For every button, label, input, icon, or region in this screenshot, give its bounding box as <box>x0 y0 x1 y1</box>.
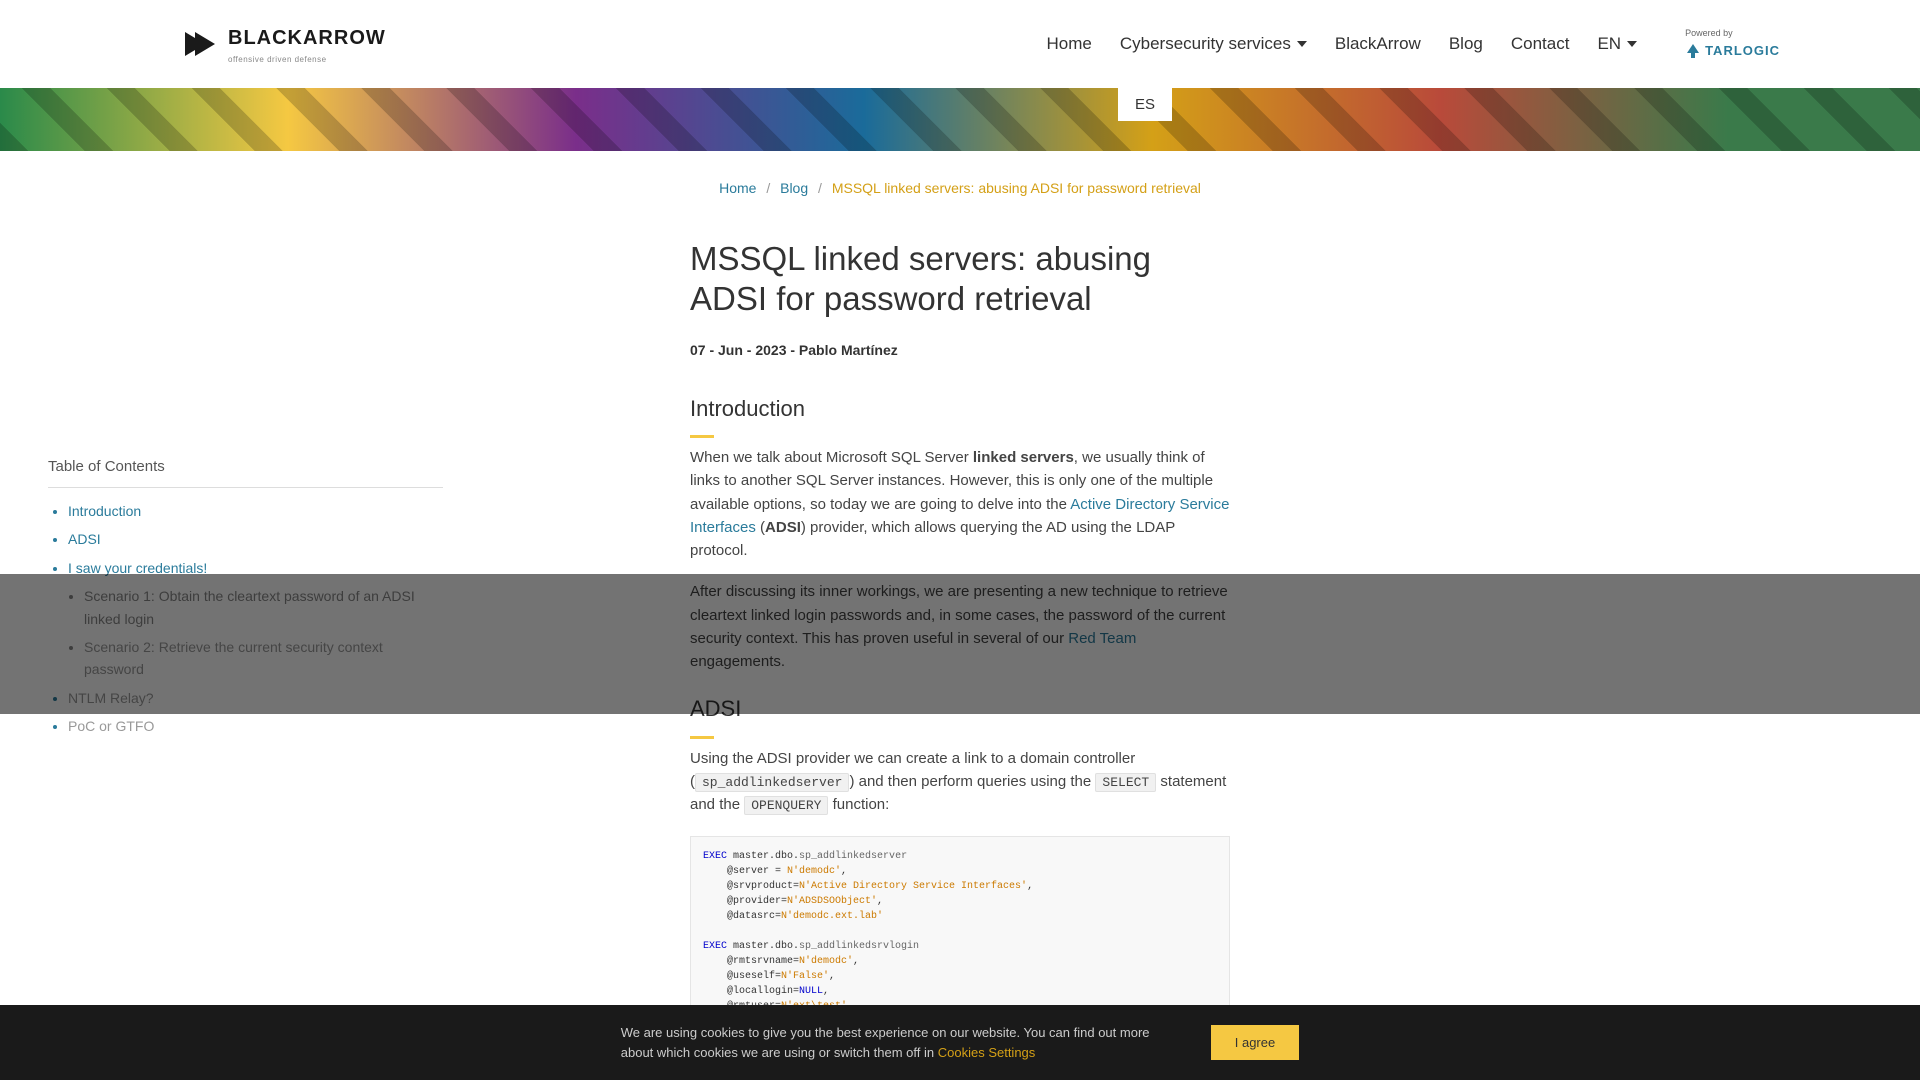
breadcrumb-current: MSSQL linked servers: abusing ADSI for p… <box>832 180 1201 196</box>
code-openquery: OPENQUERY <box>744 796 828 815</box>
intro-paragraph-1: When we talk about Microsoft SQL Server … <box>690 446 1230 562</box>
nav-home[interactable]: Home <box>1047 30 1092 57</box>
toc-title: Table of Contents <box>48 455 443 488</box>
code-block: EXEC EXEC master.dbo.sp_addlinkedserverm… <box>690 836 1230 1027</box>
article-meta: 07 - Jun - 2023 - Pablo Martínez <box>690 339 1230 361</box>
cookies-settings-link[interactable]: Cookies Settings <box>938 1045 1036 1060</box>
page-title: MSSQL linked servers: abusing ADSI for p… <box>690 239 1230 318</box>
logo-main: BLACKARROW <box>228 22 386 54</box>
code-sp-addlinkedserver: sp_addlinkedserver <box>695 773 849 792</box>
breadcrumb-blog[interactable]: Blog <box>780 180 808 196</box>
powered-by[interactable]: Powered by TARLOGIC <box>1685 26 1780 61</box>
nav-contact[interactable]: Contact <box>1511 30 1570 57</box>
toc-link-scenario-1[interactable]: Scenario 1: Obtain the cleartext passwor… <box>84 588 415 626</box>
hero-banner <box>0 88 1920 151</box>
toc-link-intro[interactable]: Introduction <box>68 503 141 519</box>
heading-introduction: Introduction <box>690 391 1230 438</box>
breadcrumb-sep: / <box>818 180 822 196</box>
chevron-down-icon <box>1297 41 1307 47</box>
tarlogic-icon <box>1685 43 1701 59</box>
lang-switch-es[interactable]: ES <box>1118 88 1172 121</box>
toc-link-ntlm[interactable]: NTLM Relay? <box>68 690 154 706</box>
heading-adsi: ADSI <box>690 691 1230 738</box>
nav-language[interactable]: EN <box>1597 30 1637 57</box>
cookie-agree-button[interactable]: I agree <box>1211 1025 1299 1060</box>
powered-label: Powered by <box>1685 26 1733 40</box>
code-select: SELECT <box>1095 773 1156 792</box>
tarlogic-text: TARLOGIC <box>1705 41 1780 62</box>
logo-text: BLACKARROW offensive driven defense <box>228 22 386 67</box>
chevron-down-icon <box>1627 41 1637 47</box>
nav-services-label: Cybersecurity services <box>1120 30 1291 57</box>
link-red-team[interactable]: Red Team <box>1068 630 1136 647</box>
site-header: BLACKARROW offensive driven defense Home… <box>0 0 1920 88</box>
main-nav: Home Cybersecurity services BlackArrow B… <box>1047 26 1881 61</box>
toc-link-scenario-2[interactable]: Scenario 2: Retrieve the current securit… <box>84 639 383 677</box>
cookie-text: We are using cookies to give you the bes… <box>621 1023 1181 1062</box>
table-of-contents: Table of Contents Introduction ADSI I sa… <box>48 455 443 744</box>
logo[interactable]: BLACKARROW offensive driven defense <box>180 22 386 67</box>
toc-link-poc[interactable]: PoC or GTFO <box>68 718 154 734</box>
toc-link-creds[interactable]: I saw your credentials! <box>68 560 207 576</box>
breadcrumb-home[interactable]: Home <box>719 180 756 196</box>
nav-lang-label: EN <box>1597 30 1621 57</box>
intro-paragraph-2: After discussing its inner workings, we … <box>690 580 1230 673</box>
tarlogic-brand: TARLOGIC <box>1685 41 1780 62</box>
breadcrumb-sep: / <box>766 180 770 196</box>
cookie-banner: We are using cookies to give you the bes… <box>0 1005 1920 1080</box>
adsi-paragraph-1: Using the ADSI provider we can create a … <box>690 747 1230 817</box>
toc-link-adsi[interactable]: ADSI <box>68 531 101 547</box>
logo-tagline: offensive driven defense <box>228 54 386 67</box>
blackarrow-logo-icon <box>180 24 220 64</box>
breadcrumb: Home / Blog / MSSQL linked servers: abus… <box>0 151 1920 209</box>
nav-blog[interactable]: Blog <box>1449 30 1483 57</box>
nav-services[interactable]: Cybersecurity services <box>1120 30 1307 57</box>
article-main: MSSQL linked servers: abusing ADSI for p… <box>690 209 1230 1027</box>
nav-blackarrow[interactable]: BlackArrow <box>1335 30 1421 57</box>
